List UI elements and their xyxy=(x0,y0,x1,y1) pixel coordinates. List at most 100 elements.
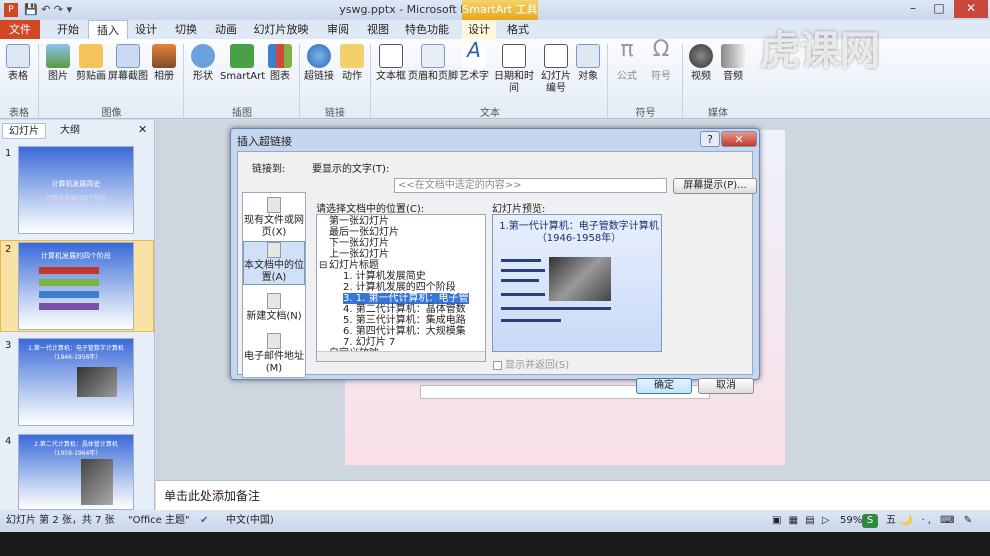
list-item[interactable]: 第一张幻灯片 xyxy=(329,216,389,227)
picture-icon xyxy=(46,44,70,68)
list-item[interactable]: 7. 幻灯片 7 xyxy=(343,337,395,348)
link-to-label: 链接到: xyxy=(252,164,286,175)
action-button[interactable]: 动作 xyxy=(338,44,366,94)
video-button[interactable]: 视频 xyxy=(686,44,716,94)
display-text-input[interactable]: <<在文档中选定的内容>> xyxy=(394,178,667,193)
tab-view[interactable]: 视图 xyxy=(360,20,396,40)
tab-features[interactable]: 特色功能 xyxy=(400,20,454,40)
textbox-button[interactable]: 文本框 xyxy=(374,44,408,94)
screen-tip-button[interactable]: 屏幕提示(P)... xyxy=(673,178,757,194)
list-item[interactable]: 下一张幻灯片 xyxy=(329,238,389,249)
show-and-return-checkbox[interactable]: 显示并返回(S) xyxy=(493,356,569,371)
tab-review[interactable]: 审阅 xyxy=(320,20,356,40)
quick-access-icons[interactable]: 💾 ↶ ↷ ▾ xyxy=(24,3,72,16)
ok-button[interactable]: 确定 xyxy=(636,378,692,394)
list-item[interactable]: 4. 第二代计算机：晶体管数 xyxy=(343,304,466,315)
preview-text-line xyxy=(501,279,539,282)
smartart-button[interactable]: SmartArt xyxy=(220,44,265,94)
clipart-button[interactable]: 剪贴画 xyxy=(74,44,108,94)
screenshot-button[interactable]: 屏幕截图 xyxy=(108,44,148,94)
slide-number-button[interactable]: 幻灯片 编号 xyxy=(540,44,572,94)
audio-button[interactable]: 音频 xyxy=(718,44,748,94)
equation-button[interactable]: π 公式 xyxy=(612,39,642,94)
tab-home[interactable]: 开始 xyxy=(48,20,88,40)
language[interactable]: 中文(中国) xyxy=(226,510,274,532)
collapse-icon[interactable]: ⊟ xyxy=(319,260,327,271)
datetime-button[interactable]: 日期和时间 xyxy=(490,44,538,94)
table-button[interactable]: 表格 xyxy=(4,44,32,94)
tab-design[interactable]: 设计 xyxy=(128,20,164,40)
view-buttons[interactable]: ▣ ▦ ▤ ▷ xyxy=(772,510,842,532)
tab-smartart-design[interactable]: 设计 xyxy=(462,20,496,40)
thumb-subtitle: （1946-1958年） xyxy=(50,354,102,361)
close-pane-icon[interactable]: ✕ xyxy=(138,123,147,136)
slide-number: 1 xyxy=(5,148,12,159)
slide-number: 2 xyxy=(5,244,12,255)
notes-pane[interactable]: 单击此处添加备注 xyxy=(156,480,990,510)
close-icon[interactable]: ✕ xyxy=(954,0,988,18)
album-icon xyxy=(152,44,176,68)
list-item[interactable]: 1. 计算机发展简史 xyxy=(343,271,426,282)
dialog-close-icon[interactable]: ✕ xyxy=(721,131,757,147)
list-item[interactable]: 幻灯片标题 xyxy=(329,260,379,271)
link-new-document[interactable]: 新建文档(N) xyxy=(243,293,305,329)
slide-number-icon xyxy=(544,44,568,68)
minimize-icon[interactable]: – xyxy=(900,0,926,18)
shapes-button[interactable]: 形状 xyxy=(188,44,218,94)
horizontal-scrollbar[interactable] xyxy=(317,351,485,361)
slide-thumbnail[interactable]: 计算机发展简史 计算机发展的四个阶段 xyxy=(18,146,134,234)
ime-tools-icons[interactable]: 🌙 ·, ⌨ ✎ ✂ xyxy=(900,510,990,548)
cancel-button[interactable]: 取消 xyxy=(698,378,754,394)
chart-button[interactable]: 图表 xyxy=(266,44,294,94)
help-button[interactable]: ? xyxy=(700,131,720,147)
group-label-symbols: 符号 xyxy=(635,108,656,119)
tab-outline[interactable]: 大纲 xyxy=(54,123,86,139)
list-item-selected[interactable]: 3. 1. 第一代计算机：电子管数 xyxy=(343,293,469,304)
preview-photo xyxy=(549,257,611,301)
preview-text-line xyxy=(501,307,611,310)
group-label-images: 图像 xyxy=(101,108,122,119)
list-item[interactable]: 最后一张幻灯片 xyxy=(329,227,399,238)
slide-thumbnail[interactable]: 2.第二代计算机：晶体管计算机 （1959-1964年） xyxy=(18,434,134,510)
theme-name: "Office 主题" xyxy=(128,515,190,526)
list-item[interactable]: 6. 第四代计算机：大规模集 xyxy=(343,326,466,337)
smartart-bar xyxy=(39,267,99,274)
slide-thumbnail[interactable]: 计算机发展的四个阶段 xyxy=(18,242,134,330)
tab-smartart-format[interactable]: 格式 xyxy=(500,20,536,40)
thumb-subtitle: 计算机发展的四个阶段 xyxy=(45,195,106,202)
tab-transitions[interactable]: 切换 xyxy=(168,20,204,40)
link-to-panel: 现有文件或网页(X) 本文档中的位置(A) 新建文档(N) 电子邮件地址(M) xyxy=(242,192,306,378)
picture-button[interactable]: 图片 xyxy=(44,44,72,94)
ime-icon[interactable]: S xyxy=(862,514,878,528)
place-tree[interactable]: 第一张幻灯片 最后一张幻灯片 下一张幻灯片 上一张幻灯片 ⊟ 幻灯片标题 1. … xyxy=(316,214,486,362)
object-button[interactable]: 对象 xyxy=(574,44,602,94)
album-button[interactable]: 相册 xyxy=(150,44,178,94)
tab-file[interactable]: 文件 xyxy=(0,20,40,40)
header-footer-button[interactable]: 页眉和页脚 xyxy=(408,44,458,94)
preview-text-line xyxy=(501,259,541,262)
wordart-button[interactable]: A 艺术字 xyxy=(458,40,490,94)
ime-mode[interactable]: 五 xyxy=(886,510,896,532)
thumb-title: 计算机发展简史 xyxy=(51,180,101,188)
link-existing-file[interactable]: 现有文件或网页(X) xyxy=(243,197,305,239)
list-item[interactable]: 2. 计算机发展的四个阶段 xyxy=(343,282,456,293)
screenshot-icon xyxy=(116,44,140,68)
symbol-button[interactable]: Ω 符号 xyxy=(646,39,676,94)
wordart-icon: A xyxy=(462,40,486,68)
list-item[interactable]: 上一张幻灯片 xyxy=(329,249,389,260)
link-email-address[interactable]: 电子邮件地址(M) xyxy=(243,333,305,374)
list-item[interactable]: 5. 第三代计算机：集成电路 xyxy=(343,315,466,326)
maximize-icon[interactable]: □ xyxy=(926,0,952,18)
shapes-icon xyxy=(191,44,215,68)
slide-thumbnail[interactable]: 1.第一代计算机：电子管数字计算机 （1946-1958年） xyxy=(18,338,134,426)
dialog-title: 插入超链接 xyxy=(237,135,292,148)
link-place-in-document[interactable]: 本文档中的位置(A) xyxy=(243,241,305,285)
hyperlink-button[interactable]: 超链接 xyxy=(302,44,336,94)
tab-slideshow[interactable]: 幻灯片放映 xyxy=(250,20,312,40)
zoom-level[interactable]: 59% xyxy=(840,510,862,532)
tab-animations[interactable]: 动画 xyxy=(208,20,244,40)
tab-insert[interactable]: 插入 xyxy=(88,20,128,40)
spellcheck-icon[interactable]: ✔ xyxy=(200,510,208,532)
powerpoint-icon[interactable]: P xyxy=(4,3,18,17)
tab-slides[interactable]: 幻灯片 xyxy=(2,123,46,139)
